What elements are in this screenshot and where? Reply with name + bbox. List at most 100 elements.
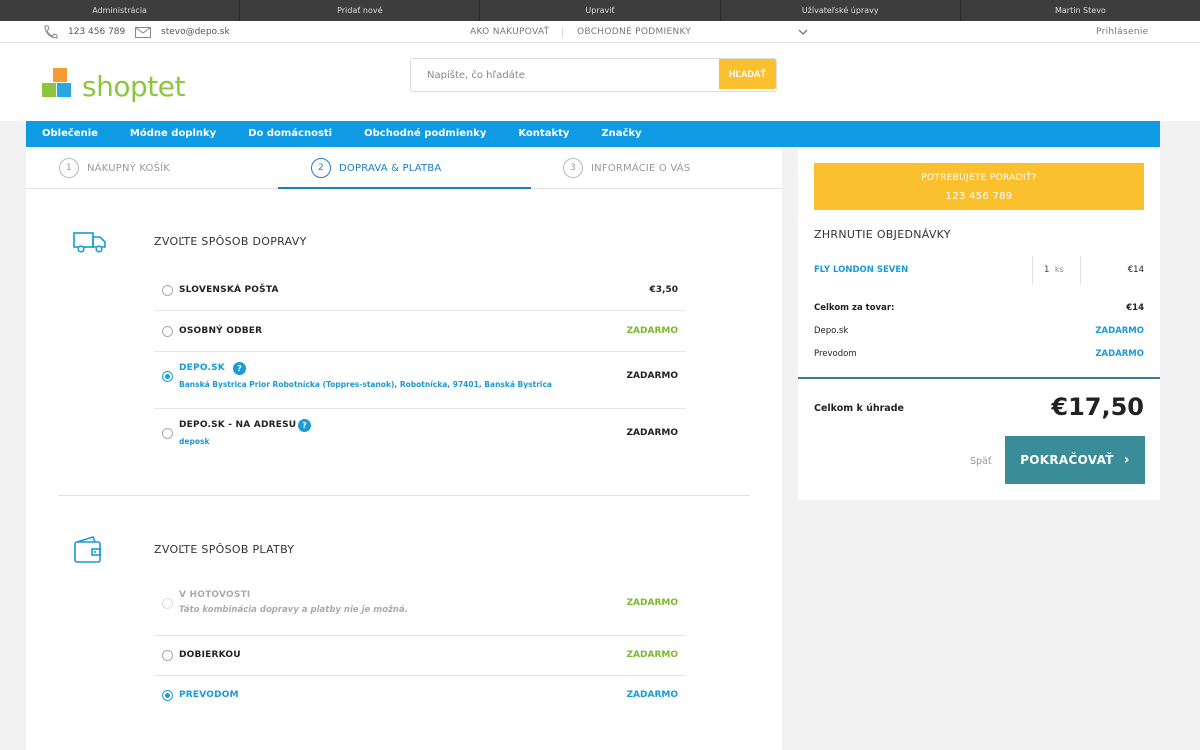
- phone-contact[interactable]: 123 456 789: [42, 21, 125, 43]
- active-step-underline: [278, 187, 531, 189]
- nav-item-clothing[interactable]: Oblečenie: [26, 121, 114, 147]
- line-value: €14: [1126, 303, 1144, 313]
- item-name[interactable]: FLY LONDON SEVEN: [814, 265, 908, 275]
- admin-link-add-new[interactable]: Pridať nové: [240, 0, 481, 21]
- radio-button[interactable]: [162, 326, 173, 337]
- back-link[interactable]: Späť: [970, 456, 992, 467]
- admin-link-administration[interactable]: Administrácia: [0, 0, 241, 21]
- option-label: DEPO.SK - NA ADRESU: [179, 420, 297, 430]
- payment-option-selected[interactable]: PREVODOM ZADARMO: [154, 676, 686, 716]
- option-label: V HOTOVOSTI: [179, 590, 251, 600]
- cart-item-row: FLY LONDON SEVEN 1 ks €14: [814, 256, 1144, 284]
- truck-icon: [73, 232, 106, 253]
- main-nav: Oblečenie Módne doplnky Do domácnosti Ob…: [26, 121, 1160, 147]
- phone-number: 123 456 789: [68, 27, 126, 37]
- total-label: Celkom k úhrade: [814, 403, 904, 414]
- email-address: stevo@depo.sk: [161, 27, 230, 37]
- line-label: Depo.sk: [814, 326, 849, 336]
- nav-item-terms[interactable]: Obchodné podmienky: [348, 121, 502, 147]
- option-label: PREVODOM: [179, 690, 239, 700]
- continue-label: POKRAČOVAŤ: [1020, 453, 1114, 467]
- option-price: ZADARMO: [626, 371, 678, 381]
- option-label: DOBIERKOU: [179, 650, 241, 660]
- line-value: ZADARMO: [1095, 326, 1144, 336]
- option-label: DEPO.SK: [179, 363, 225, 373]
- shipping-option[interactable]: OSOBNÝ ODBER ZADARMO: [154, 311, 686, 352]
- item-quantity: 1 ks: [1044, 265, 1064, 275]
- shipping-option[interactable]: SLOVENSKÁ POŠTA €3,50: [154, 270, 686, 311]
- shipping-title: ZVOĽTE SPÔSOB DOPRAVY: [154, 235, 307, 248]
- nav-item-brands[interactable]: Značky: [585, 121, 657, 147]
- header: shoptet HĽADAŤ: [0, 43, 1200, 121]
- search-button[interactable]: HĽADAŤ: [719, 59, 776, 89]
- chevron-right-icon: ›: [1123, 452, 1130, 468]
- option-price: ZADARMO: [626, 428, 678, 438]
- option-sub: deposk: [179, 437, 210, 446]
- search-box: HĽADAŤ: [410, 58, 777, 92]
- topbar-divider: [562, 27, 563, 38]
- total-value: €17,50: [1051, 393, 1144, 421]
- nav-item-accessories[interactable]: Módne doplnky: [114, 121, 232, 147]
- option-address: Banská Bystrica Prior Robotnícka (Toppre…: [179, 380, 552, 389]
- summary-title: ZHRNUTIE OBJEDNÁVKY: [814, 228, 951, 241]
- option-price: €3,50: [649, 285, 678, 295]
- shipping-option-selected[interactable]: DEPO.SK ? Banská Bystrica Prior Robotníc…: [154, 352, 686, 409]
- step-number: 2: [311, 158, 331, 178]
- payment-title: ZVOĽTE SPÔSOB PLATBY: [154, 543, 295, 556]
- step-customer-info[interactable]: 3 INFORMÁCIE O VÁS: [563, 147, 690, 189]
- logo-mark-icon: [42, 68, 78, 104]
- step-label: INFORMÁCIE O VÁS: [591, 162, 691, 174]
- step-number: 1: [59, 158, 79, 178]
- search-input[interactable]: [411, 59, 721, 91]
- option-price: ZADARMO: [626, 326, 678, 336]
- advice-phone: 123 456 789: [945, 191, 1013, 202]
- email-contact[interactable]: stevo@depo.sk: [135, 21, 230, 43]
- radio-button[interactable]: [162, 650, 173, 661]
- chevron-down-icon[interactable]: [798, 29, 808, 35]
- shoptet-logo[interactable]: shoptet: [42, 65, 192, 107]
- radio-button[interactable]: [162, 428, 173, 439]
- option-label: OSOBNÝ ODBER: [179, 326, 263, 336]
- option-warning: Táto kombinácia dopravy a platby nie je …: [179, 605, 408, 615]
- radio-button[interactable]: [162, 285, 173, 296]
- admin-bar: Administrácia Pridať nové Upraviť Užívat…: [0, 0, 1200, 21]
- option-price: ZADARMO: [626, 690, 678, 700]
- login-link[interactable]: Prihlásenie: [1096, 21, 1148, 43]
- wallet-icon: [74, 536, 101, 563]
- top-info-bar: 123 456 789 stevo@depo.sk AKO NAKUPOVAŤ …: [0, 21, 1200, 43]
- help-icon[interactable]: ?: [298, 419, 311, 432]
- checkout-steps: 1 NÁKUPNÝ KOŠÍK 2 DOPRAVA & PLATBA 3 INF…: [26, 147, 782, 189]
- link-terms[interactable]: OBCHODNÉ PODMIENKY: [577, 21, 691, 43]
- link-how-to-buy[interactable]: AKO NAKUPOVAŤ: [470, 21, 549, 43]
- nav-item-home[interactable]: Do domácnosti: [232, 121, 348, 147]
- column-divider: [1080, 256, 1081, 284]
- payment-option-disabled: V HOTOVOSTI Táto kombinácia dopravy a pl…: [154, 580, 686, 636]
- radio-button: [162, 598, 173, 609]
- admin-link-user-settings[interactable]: Užívateľské úpravy: [721, 0, 961, 21]
- radio-button[interactable]: [162, 371, 173, 382]
- continue-button[interactable]: POKRAČOVAŤ ›: [1005, 436, 1145, 484]
- advice-text: POTREBUJETE PORADIŤ?: [921, 173, 1037, 183]
- line-label: Celkom za tovar:: [814, 303, 895, 313]
- order-summary-panel: POTREBUJETE PORADIŤ? 123 456 789 ZHRNUTI…: [798, 147, 1160, 500]
- radio-button[interactable]: [162, 690, 173, 701]
- step-shipping-payment[interactable]: 2 DOPRAVA & PLATBA: [311, 147, 441, 189]
- nav-item-contacts[interactable]: Kontakty: [502, 121, 585, 147]
- option-label: SLOVENSKÁ POŠTA: [179, 285, 279, 295]
- shipping-option[interactable]: DEPO.SK - NA ADRESU ? deposk ZADARMO: [154, 409, 686, 459]
- admin-link-user[interactable]: Martin Stevo: [961, 0, 1200, 21]
- line-value: ZADARMO: [1095, 349, 1144, 359]
- payment-option[interactable]: DOBIERKOU ZADARMO: [154, 636, 686, 676]
- line-label: Prevodom: [814, 349, 857, 359]
- step-number: 3: [563, 158, 583, 178]
- advice-banner[interactable]: POTREBUJETE PORADIŤ? 123 456 789: [814, 163, 1144, 210]
- step-cart[interactable]: 1 NÁKUPNÝ KOŠÍK: [59, 147, 170, 189]
- help-icon[interactable]: ?: [233, 362, 246, 375]
- section-divider: [58, 495, 750, 496]
- envelope-icon: [135, 26, 151, 38]
- item-price: €14: [1127, 265, 1144, 275]
- option-price: ZADARMO: [626, 650, 678, 660]
- column-divider: [1032, 256, 1033, 284]
- step-label: NÁKUPNÝ KOŠÍK: [87, 162, 171, 174]
- admin-link-edit[interactable]: Upraviť: [480, 0, 721, 21]
